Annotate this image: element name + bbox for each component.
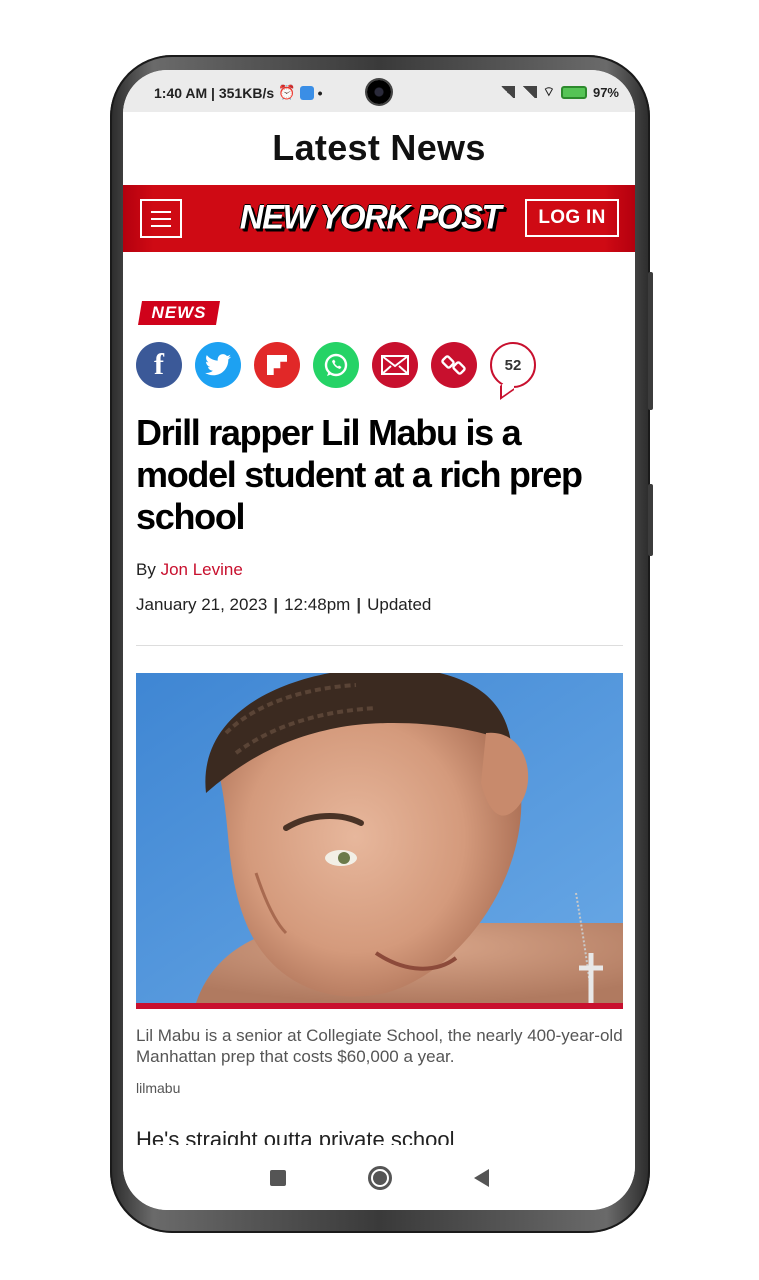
article-body-first-line: He's straight outta private school [136,1127,455,1145]
app-bar-title: Latest News [272,127,486,168]
section-tag[interactable]: NEWS [138,301,220,325]
time-separator: | [356,595,362,614]
email-icon [381,355,409,375]
portrait-photo [136,673,623,1003]
recents-button[interactable] [269,1169,286,1186]
hamburger-icon-line [151,224,171,227]
share-bar: f 52 [136,342,536,388]
login-button[interactable]: LOG IN [525,199,619,237]
home-icon [372,1170,387,1185]
dateline: January 21, 2023 | 12:48pm | Updated [136,595,431,615]
article-headline: Drill rapper Lil Mabu is a model student… [136,412,583,537]
hamburger-icon-line [151,217,171,220]
publish-date: January 21, 2023 [136,595,268,614]
app-notification-icon [299,85,314,100]
article-content[interactable]: NEWS f 52 Drill rapper Lil Mabu is a mod… [123,252,635,1145]
status-dot: • [317,84,323,101]
hamburger-icon-line [151,210,171,213]
status-left: 1:40 AM | 351KB/s ⏰ • [154,84,322,101]
back-button[interactable] [473,1168,489,1187]
image-accent-bar [136,1003,623,1009]
whatsapp-share-button[interactable] [313,342,359,388]
facebook-icon: f [154,348,164,381]
front-camera [367,80,391,104]
flipboard-share-button[interactable] [254,342,300,388]
twitter-share-button[interactable] [195,342,241,388]
volume-button [648,272,653,410]
image-caption: Lil Mabu is a senior at Collegiate Schoo… [136,1026,623,1066]
signal-icon-2 [520,86,537,98]
app-bar: Latest News [123,112,635,184]
updated-label: Updated [367,595,432,614]
twitter-icon [205,354,231,376]
link-icon [441,355,466,375]
divider [136,645,623,646]
site-logo[interactable]: NEW YORK POST [239,196,502,238]
comment-count: 52 [504,356,522,374]
publish-time: 12:48pm [284,595,351,614]
status-time: 1:40 AM | 351KB/s [154,84,275,101]
power-button [648,484,653,556]
system-nav-bar [123,1145,635,1210]
facebook-share-button[interactable]: f [136,342,182,388]
status-right: ⌔ 97% [498,84,619,100]
menu-button[interactable] [140,199,182,238]
whatsapp-icon [324,353,348,377]
flipboard-icon [267,355,287,375]
wifi-icon: ⌔ [542,84,555,99]
phone-screen: 1:40 AM | 351KB/s ⏰ • ⌔ 97% Latest News … [123,70,635,1210]
byline: By Jon Levine [136,560,243,580]
author-link[interactable]: Jon Levine [161,560,243,579]
email-share-button[interactable] [372,342,418,388]
date-separator: | [273,595,279,614]
photo-credit: lilmabu [136,1080,181,1096]
site-header: NEW YORK POST LOG IN [123,185,635,252]
battery-icon [560,85,587,99]
battery-percent: 97% [592,84,619,100]
copy-link-button[interactable] [431,342,477,388]
comments-button[interactable]: 52 [490,342,536,388]
signal-icon [498,86,515,98]
status-bar: 1:40 AM | 351KB/s ⏰ • ⌔ 97% [123,70,635,112]
hero-image[interactable] [136,673,623,1003]
alarm-icon: ⏰ [278,84,296,100]
home-button[interactable] [367,1165,392,1190]
byline-prefix: By [136,560,156,579]
